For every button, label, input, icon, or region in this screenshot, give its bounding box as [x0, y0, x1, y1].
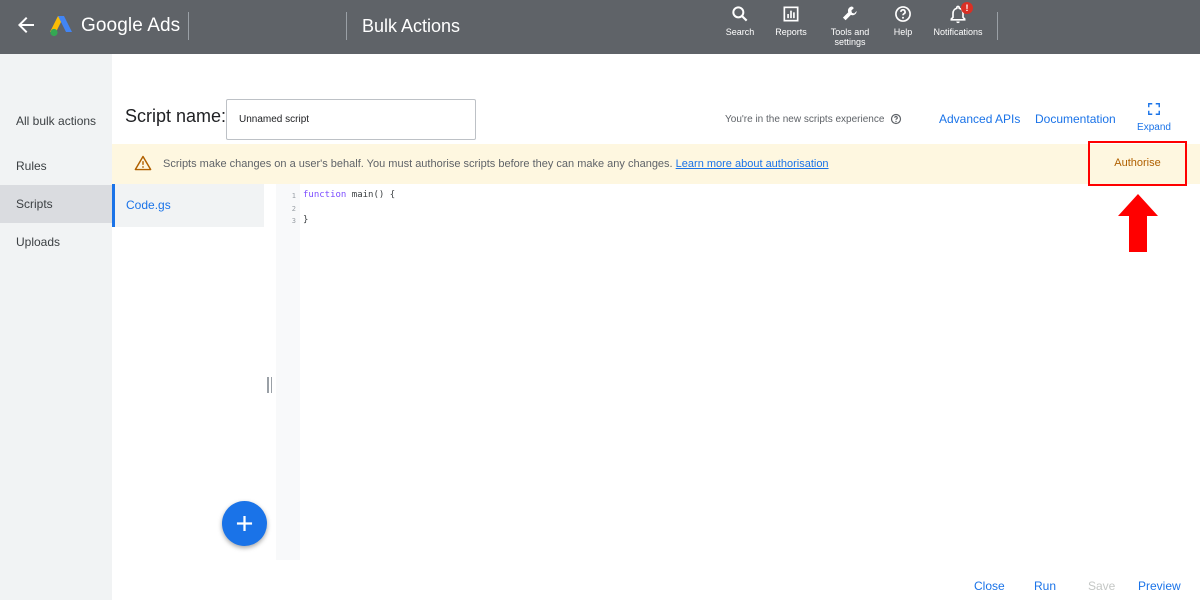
header-divider [346, 12, 347, 40]
warning-icon [134, 155, 152, 171]
sidebar-item-scripts[interactable]: Scripts [0, 185, 112, 223]
header-divider [188, 12, 189, 40]
learn-more-link[interactable]: Learn more about authorisation [676, 158, 829, 170]
authorisation-warning-banner: Scripts make changes on a user's behalf.… [112, 144, 1200, 184]
code-text: main() { [346, 190, 396, 200]
documentation-link[interactable]: Documentation [1035, 112, 1116, 126]
code-line[interactable]: function main() { [303, 190, 395, 200]
code-text: } [303, 215, 309, 225]
plus-icon [236, 515, 253, 532]
code-line[interactable]: } [303, 215, 308, 225]
expand-icon [1148, 103, 1160, 115]
header-divider [997, 12, 998, 40]
line-number: 2 [291, 205, 296, 213]
banner-message: Scripts make changes on a user's behalf.… [163, 158, 829, 170]
sidebar-item-all-bulk-actions[interactable]: All bulk actions [0, 102, 112, 140]
reports-button[interactable]: Reports [759, 4, 823, 37]
save-button: Save [1088, 579, 1116, 593]
script-name-input[interactable] [226, 99, 476, 140]
line-number: 1 [291, 192, 296, 200]
top-bar: Google Ads Bulk Actions Search Reports T… [0, 0, 1200, 54]
experience-text: You're in the new scripts experience [725, 114, 885, 125]
file-item-code-gs[interactable]: Code.gs [112, 184, 264, 227]
sidebar-item-rules[interactable]: Rules [0, 147, 112, 185]
reports-icon [783, 6, 799, 22]
help-circle-icon[interactable] [890, 113, 902, 125]
notification-badge: ! [961, 2, 973, 14]
brand-name: Google Ads [81, 15, 181, 36]
expand-button[interactable]: Expand [1134, 102, 1174, 133]
back-arrow-icon[interactable] [14, 13, 38, 37]
page-title: Bulk Actions [362, 16, 461, 36]
add-file-button[interactable] [222, 501, 267, 546]
red-arrow-up-icon [1118, 194, 1158, 252]
advanced-apis-link[interactable]: Advanced APIs [939, 112, 1020, 126]
run-button[interactable]: Run [1034, 579, 1056, 593]
panel-resize-handle[interactable] [267, 377, 273, 393]
authorise-button[interactable]: Authorise [1088, 141, 1187, 186]
expand-label: Expand [1137, 122, 1171, 133]
code-keyword: function [303, 190, 347, 200]
sidebar-item-uploads[interactable]: Uploads [0, 223, 112, 261]
help-icon [895, 6, 911, 22]
close-button[interactable]: Close [974, 579, 1005, 593]
editor-gutter [276, 184, 300, 560]
google-ads-logo-icon [50, 16, 72, 37]
reports-label: Reports [775, 27, 807, 37]
line-number: 3 [291, 217, 296, 225]
wrench-icon [842, 6, 857, 21]
banner-text: Scripts make changes on a user's behalf.… [163, 158, 673, 170]
preview-button[interactable]: Preview [1138, 579, 1181, 593]
notifications-label: Notifications [933, 27, 983, 37]
notifications-button[interactable]: ! Notifications [926, 2, 990, 37]
search-icon [732, 6, 748, 22]
script-name-label: Script name: [125, 106, 227, 126]
